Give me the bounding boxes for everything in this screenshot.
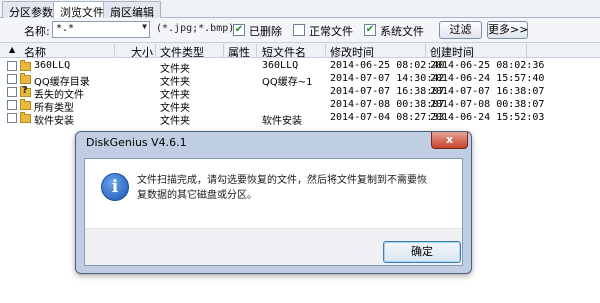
tab-bar: 分区参数 浏览文件 扇区编辑: [0, 0, 600, 19]
table-row[interactable]: ? 丢失的文件 文件夹 2014-07-07 16:38:07 2014-07-…: [0, 85, 600, 101]
row-created: 2014-06-25 08:02:36: [430, 60, 545, 71]
row-short-name: 软件安装: [262, 116, 302, 127]
row-created: 2014-07-08 00:38:07: [430, 99, 545, 110]
row-modified: 2014-07-08 00:38:07: [330, 99, 445, 110]
ok-button[interactable]: 确定: [383, 241, 461, 263]
name-filter-combo[interactable]: *.* ▼: [52, 21, 150, 38]
dialog-message: 文件扫描完成，请勾选要恢复的文件，然后将文件复制到不需要恢复数据的其它磁盘或分区…: [137, 175, 427, 201]
system-files-checkbox[interactable]: ✔: [364, 24, 376, 36]
row-modified: 2014-07-04 08:27:33: [330, 112, 445, 123]
column-divider: [114, 44, 115, 57]
column-divider: [155, 44, 156, 57]
row-checkbox[interactable]: [7, 113, 17, 123]
table-row[interactable]: 360LLQ 文件夹 360LLQ 2014-06-25 08:02:40 20…: [0, 60, 600, 75]
row-created: 2014-06-24 15:57:40: [430, 73, 545, 84]
normal-files-checkbox[interactable]: [293, 24, 305, 36]
filter-hint: (*.jpg;*.bmp): [156, 23, 235, 34]
table-row[interactable]: 软件安装 文件夹 软件安装 2014-07-04 08:27:33 2014-0…: [0, 112, 600, 127]
column-divider: [223, 44, 224, 57]
name-label: 名称:: [24, 25, 50, 38]
deleted-checkbox[interactable]: ✔: [233, 24, 245, 36]
table-row[interactable]: 所有类型 文件夹 2014-07-08 00:38:07 2014-07-08 …: [0, 99, 600, 114]
lost-folder-icon: ?: [20, 85, 31, 97]
row-checkbox[interactable]: [7, 100, 17, 110]
filter-bar: 名称: *.* ▼ (*.jpg;*.bmp) ✔ 已删除 正常文件 ✔ 系统文…: [0, 18, 600, 42]
name-filter-value: *.*: [56, 23, 75, 34]
row-checkbox[interactable]: [7, 61, 17, 71]
info-icon: i: [101, 173, 129, 201]
tab-partition-params[interactable]: 分区参数: [2, 1, 60, 19]
more-button[interactable]: 更多>>: [487, 21, 528, 39]
row-name: 360LLQ: [34, 60, 71, 71]
row-short-name: 360LLQ: [262, 60, 299, 71]
dialog-title: DiskGenius V4.6.1: [86, 136, 187, 149]
column-divider: [325, 44, 326, 57]
folder-icon: [20, 112, 31, 123]
filter-button[interactable]: 过滤: [439, 21, 482, 39]
folder-icon: [20, 99, 31, 110]
column-divider: [425, 44, 426, 57]
deleted-label: 已删除: [249, 25, 282, 38]
sort-up-icon: ▲: [9, 45, 16, 54]
folder-icon: [20, 60, 31, 71]
row-created: 2014-07-07 16:38:07: [430, 86, 545, 97]
row-modified: 2014-06-25 08:02:40: [330, 60, 445, 71]
column-divider: [526, 44, 527, 57]
chevron-down-icon[interactable]: ▼: [142, 22, 147, 31]
row-checkbox[interactable]: [7, 87, 17, 97]
row-created: 2014-06-24 15:52:03: [430, 112, 545, 123]
column-divider: [256, 44, 257, 57]
dialog-body: i 文件扫描完成，请勾选要恢复的文件，然后将文件复制到不需要恢复数据的其它磁盘或…: [84, 158, 463, 266]
tab-sector-editor[interactable]: 扇区编辑: [103, 1, 161, 19]
table-row[interactable]: QQ缓存目录 文件夹 QQ缓存~1 2014-07-07 14:30:42 20…: [0, 73, 600, 88]
normal-files-label: 正常文件: [309, 25, 353, 38]
row-type: 文件夹: [160, 116, 190, 127]
message-dialog: DiskGenius V4.6.1 x i 文件扫描完成，请勾选要恢复的文件，然…: [75, 131, 472, 274]
file-list-header: ▲ 名称 大小 文件类型 属性 短文件名 修改时间 创建时间: [0, 42, 600, 59]
row-modified: 2014-07-07 16:38:07: [330, 86, 445, 97]
row-modified: 2014-07-07 14:30:42: [330, 73, 445, 84]
row-checkbox[interactable]: [7, 74, 17, 84]
close-icon[interactable]: x: [431, 132, 468, 149]
row-name: 软件安装: [34, 116, 74, 127]
system-files-label: 系统文件: [380, 25, 424, 38]
folder-icon: [20, 73, 31, 84]
